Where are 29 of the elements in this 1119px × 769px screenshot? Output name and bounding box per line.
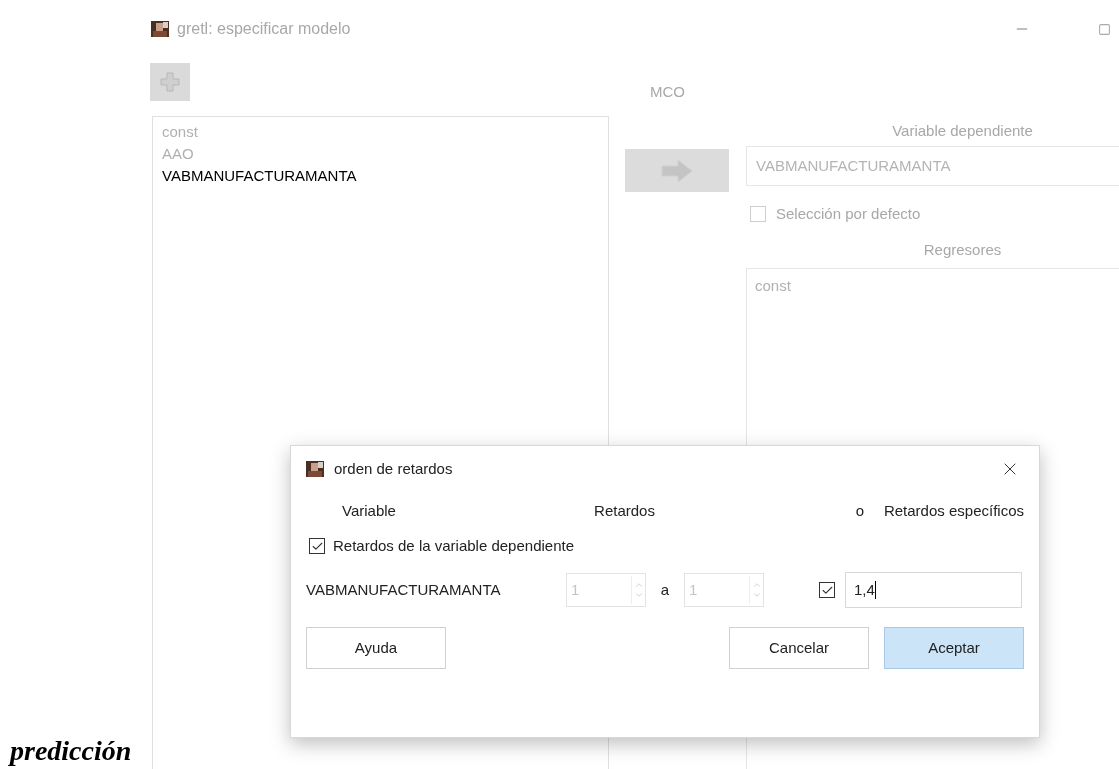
- arrow-right-icon: [660, 158, 694, 183]
- maximize-icon[interactable]: [1098, 22, 1111, 36]
- spin-arrows-icon[interactable]: [631, 576, 645, 604]
- plus-icon: [160, 72, 180, 92]
- column-header: Retardos específicos: [883, 500, 1024, 521]
- checkbox[interactable]: [819, 582, 835, 598]
- dialog-button[interactable]: Aceptar: [884, 627, 1024, 669]
- dialog-title: orden de retardos: [334, 458, 453, 479]
- column-header: Variable: [342, 500, 397, 521]
- range-separator: a: [659, 579, 671, 600]
- app-icon: [306, 461, 324, 477]
- spin-arrows-icon[interactable]: [749, 576, 763, 604]
- regressors-label: Regresores: [923, 240, 1002, 260]
- variable-item[interactable]: VABMANUFACTURAMANTA: [162, 165, 608, 187]
- variable-name: VABMANUFACTURAMANTA: [306, 579, 502, 600]
- window-title: gretl: especificar modelo: [177, 19, 351, 39]
- add-dependent-button[interactable]: [625, 149, 729, 192]
- column-header: o: [855, 500, 866, 521]
- document-text: predicción: [10, 737, 133, 765]
- dialog-button[interactable]: Cancelar: [729, 627, 869, 669]
- checkbox[interactable]: [309, 538, 325, 554]
- checkbox-label: Selección por defecto: [776, 203, 921, 224]
- estimator-label: MCO: [650, 82, 685, 102]
- specific-lags-field[interactable]: 1,4: [845, 572, 1022, 608]
- dependent-label: Variable dependiente: [892, 121, 1033, 141]
- checkbox-label: Retardos de la variable dependiente: [333, 535, 574, 556]
- app-icon: [151, 21, 169, 37]
- dialog-button[interactable]: Ayuda: [306, 627, 446, 669]
- add-button[interactable]: [150, 63, 190, 101]
